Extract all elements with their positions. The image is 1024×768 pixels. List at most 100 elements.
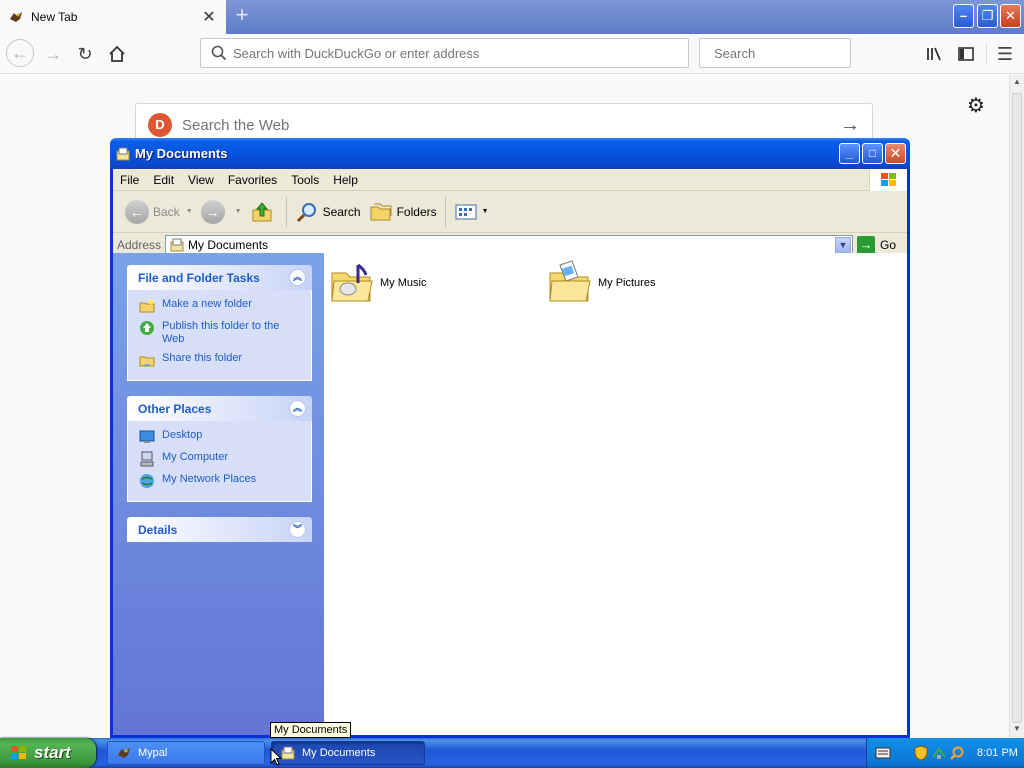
reload-icon[interactable]: ↻ bbox=[73, 42, 97, 66]
search-go-arrow-icon[interactable]: → bbox=[840, 114, 860, 137]
desktop-icon bbox=[139, 430, 155, 443]
menu-help[interactable]: Help bbox=[326, 173, 365, 187]
menu-tools[interactable]: Tools bbox=[284, 173, 326, 187]
network-places-icon bbox=[140, 474, 154, 488]
web-search-placeholder: Search the Web bbox=[182, 116, 290, 134]
toolbar-separator bbox=[986, 43, 987, 65]
taskbar-item-mypal[interactable]: Mypal bbox=[107, 741, 265, 765]
place-label: Desktop bbox=[162, 429, 203, 441]
address-value: My Documents bbox=[188, 237, 269, 252]
mypal-favicon-icon bbox=[10, 12, 22, 22]
scrollbar-thumb[interactable] bbox=[1012, 93, 1022, 723]
collapse-chevron-icon[interactable]: ︽ bbox=[289, 400, 306, 417]
scroll-down-arrow-icon[interactable]: ▼ bbox=[1010, 722, 1024, 736]
panel-title: File and Folder Tasks bbox=[138, 270, 260, 285]
task-pane: File and Folder Tasks ︽ Make a new folde… bbox=[113, 253, 324, 735]
search-bar[interactable] bbox=[699, 38, 890, 68]
url-input[interactable] bbox=[233, 45, 688, 61]
page-scrollbar[interactable]: ▲ ▼ bbox=[1009, 75, 1024, 738]
search-button[interactable]: Search bbox=[291, 195, 365, 229]
place-desktop[interactable]: Desktop bbox=[139, 429, 303, 445]
details-header[interactable]: Details ︾ bbox=[127, 517, 312, 542]
place-my-computer[interactable]: My Computer bbox=[139, 451, 303, 467]
address-dropdown-icon[interactable]: ▼ bbox=[835, 236, 851, 253]
browser-close-button[interactable]: ✕ bbox=[1000, 4, 1021, 28]
task-publish-folder[interactable]: Publish this folder to the Web bbox=[139, 320, 303, 346]
back-dropdown-icon[interactable]: ▼ bbox=[186, 208, 193, 215]
other-places-header[interactable]: Other Places ︽ bbox=[127, 396, 312, 421]
collapse-chevron-icon[interactable]: ︽ bbox=[289, 269, 306, 286]
expand-chevron-icon[interactable]: ︾ bbox=[289, 521, 306, 538]
taskbar-tooltip: My Documents bbox=[270, 722, 352, 738]
folders-icon bbox=[370, 203, 392, 220]
views-button[interactable]: ▼ bbox=[450, 195, 493, 229]
network-icon[interactable] bbox=[931, 745, 947, 761]
system-tray: 8:01 PM bbox=[866, 738, 1024, 768]
my-computer-icon bbox=[140, 451, 154, 467]
back-arrow-icon[interactable]: ← bbox=[6, 39, 34, 67]
file-folder-tasks-header[interactable]: File and Folder Tasks ︽ bbox=[127, 265, 312, 290]
windows-flag-icon bbox=[869, 169, 907, 191]
browser-minimize-button[interactable]: – bbox=[953, 4, 974, 28]
start-label: start bbox=[34, 743, 71, 762]
forward-dropdown-icon[interactable]: ▼ bbox=[235, 208, 242, 215]
go-button[interactable]: → Go bbox=[857, 235, 903, 254]
file-label: My Pictures bbox=[598, 277, 656, 289]
browser-maximize-button[interactable]: ❐ bbox=[977, 4, 998, 28]
back-button[interactable]: ← Back ▼ bbox=[121, 195, 197, 229]
toolbar-separator bbox=[285, 196, 287, 227]
place-my-network-places[interactable]: My Network Places bbox=[139, 473, 303, 489]
gear-icon[interactable]: ⚙ bbox=[965, 93, 987, 117]
place-label: My Computer bbox=[162, 451, 229, 463]
folders-button[interactable]: Folders bbox=[365, 195, 441, 229]
task-make-new-folder[interactable]: Make a new folder bbox=[139, 298, 303, 314]
search-input[interactable] bbox=[714, 45, 890, 61]
menu-favorites[interactable]: Favorites bbox=[221, 173, 284, 187]
address-field[interactable]: My Documents ▼ bbox=[165, 234, 853, 255]
publish-web-icon bbox=[140, 321, 154, 335]
file-view: My Music My Pictures bbox=[324, 253, 907, 735]
explorer-close-button[interactable]: ✕ bbox=[885, 143, 906, 164]
tab-title: New Tab bbox=[31, 10, 78, 24]
search-tray-icon[interactable] bbox=[949, 745, 965, 761]
menu-view[interactable]: View bbox=[181, 173, 221, 187]
hamburger-menu-icon[interactable]: ☰ bbox=[993, 42, 1017, 66]
panel-title: Other Places bbox=[138, 401, 212, 416]
views-dropdown-icon[interactable]: ▼ bbox=[482, 208, 489, 215]
forward-arrow-icon: → bbox=[200, 199, 225, 224]
browser-tab[interactable]: New Tab ✕ bbox=[0, 0, 226, 34]
place-label: My Network Places bbox=[162, 473, 257, 485]
tab-close-icon[interactable]: ✕ bbox=[200, 7, 218, 27]
task-share-folder[interactable]: Share this folder bbox=[139, 352, 303, 368]
url-bar[interactable] bbox=[200, 38, 689, 68]
sidebar-icon[interactable] bbox=[954, 42, 978, 66]
taskbar-item-my-documents[interactable]: My Documents bbox=[271, 741, 425, 765]
browser-titlebar: New Tab ✕ + – ❐ ✕ bbox=[0, 0, 1024, 34]
forward-arrow-icon[interactable]: → bbox=[41, 42, 65, 66]
up-folder-button[interactable] bbox=[246, 195, 282, 229]
security-shield-icon[interactable] bbox=[913, 745, 929, 761]
clock[interactable]: 8:01 PM bbox=[977, 747, 1018, 759]
menu-file[interactable]: File bbox=[113, 173, 146, 187]
explorer-minimize-button[interactable]: _ bbox=[839, 143, 860, 164]
other-places-panel: Other Places ︽ Desktop My Computer My Ne… bbox=[127, 396, 312, 502]
keyboard-icon[interactable] bbox=[875, 746, 891, 760]
forward-button[interactable]: → ▼ bbox=[197, 195, 246, 229]
file-label: My Music bbox=[380, 277, 427, 289]
share-folder-icon bbox=[139, 356, 155, 367]
toolbar-separator bbox=[444, 196, 446, 227]
folder-my-music[interactable]: My Music bbox=[328, 259, 426, 307]
taskbar: start Mypal My Documents 8:01 PM bbox=[0, 738, 1024, 768]
explorer-titlebar[interactable]: My Documents _ □ ✕ bbox=[110, 138, 910, 169]
scroll-up-arrow-icon[interactable]: ▲ bbox=[1010, 75, 1024, 89]
music-folder-icon bbox=[331, 263, 373, 302]
explorer-window: My Documents _ □ ✕ File Edit View Favori… bbox=[110, 138, 910, 738]
menu-edit[interactable]: Edit bbox=[146, 173, 181, 187]
explorer-maximize-button[interactable]: □ bbox=[862, 143, 883, 164]
library-icon[interactable] bbox=[922, 42, 946, 66]
my-documents-icon bbox=[116, 147, 130, 160]
new-tab-button[interactable]: + bbox=[230, 4, 254, 28]
folder-my-pictures[interactable]: My Pictures bbox=[546, 259, 655, 307]
home-icon[interactable] bbox=[105, 42, 129, 66]
start-button[interactable]: start bbox=[0, 738, 96, 768]
